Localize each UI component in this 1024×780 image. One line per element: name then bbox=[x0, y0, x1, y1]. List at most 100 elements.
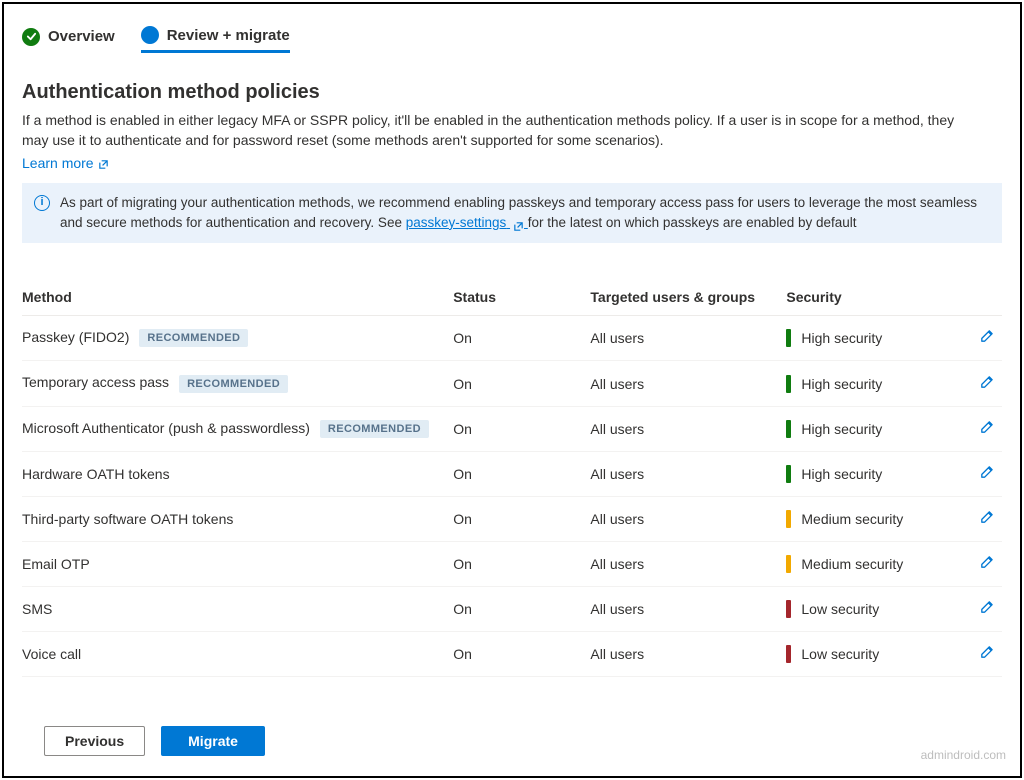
security-indicator-icon bbox=[786, 600, 791, 618]
target-cell: All users bbox=[590, 406, 786, 451]
edit-icon[interactable] bbox=[979, 467, 994, 483]
method-cell: Passkey (FIDO2) RECOMMENDED bbox=[22, 316, 453, 361]
security-label: Low security bbox=[801, 601, 879, 617]
method-name: Hardware OATH tokens bbox=[22, 466, 170, 482]
security-cell: High security bbox=[786, 406, 962, 451]
tab-overview-label: Overview bbox=[48, 28, 115, 45]
target-cell: All users bbox=[590, 316, 786, 361]
target-cell: All users bbox=[590, 631, 786, 676]
external-link-icon bbox=[98, 157, 109, 168]
edit-icon[interactable] bbox=[979, 602, 994, 618]
security-indicator-icon bbox=[786, 375, 791, 393]
passkey-settings-link[interactable]: passkey-settings bbox=[406, 215, 528, 230]
method-name: Microsoft Authenticator (push & password… bbox=[22, 420, 310, 436]
security-indicator-icon bbox=[786, 555, 791, 573]
table-row: Microsoft Authenticator (push & password… bbox=[22, 406, 1002, 451]
col-header-status: Status bbox=[453, 281, 590, 316]
page-title: Authentication method policies bbox=[22, 81, 1002, 104]
method-cell: Hardware OATH tokens bbox=[22, 451, 453, 496]
watermark: admindroid.com bbox=[921, 748, 1006, 762]
method-cell: Voice call bbox=[22, 631, 453, 676]
table-row: Hardware OATH tokens OnAll users High secu… bbox=[22, 451, 1002, 496]
security-label: High security bbox=[801, 466, 882, 482]
security-indicator-icon bbox=[786, 645, 791, 663]
check-circle-icon bbox=[22, 28, 40, 46]
security-cell: Low security bbox=[786, 586, 962, 631]
method-cell: Email OTP bbox=[22, 541, 453, 586]
tab-review-migrate[interactable]: Review + migrate bbox=[141, 26, 290, 53]
security-label: Low security bbox=[801, 646, 879, 662]
col-header-target: Targeted users & groups bbox=[590, 281, 786, 316]
method-name: Third-party software OATH tokens bbox=[22, 511, 233, 527]
edit-icon[interactable] bbox=[979, 377, 994, 393]
info-text: As part of migrating your authentication… bbox=[60, 193, 988, 234]
tab-review-label: Review + migrate bbox=[167, 27, 290, 44]
method-cell: SMS bbox=[22, 586, 453, 631]
status-cell: On bbox=[453, 496, 590, 541]
edit-icon[interactable] bbox=[979, 331, 994, 347]
security-label: High security bbox=[801, 421, 882, 437]
col-header-security: Security bbox=[786, 281, 962, 316]
page-frame: Overview Review + migrate Authentication… bbox=[2, 2, 1022, 778]
info-icon: i bbox=[34, 195, 50, 211]
security-label: Medium security bbox=[801, 511, 903, 527]
target-cell: All users bbox=[590, 451, 786, 496]
page-description: If a method is enabled in either legacy … bbox=[22, 110, 982, 151]
edit-icon[interactable] bbox=[979, 512, 994, 528]
table-row: Voice call OnAll users Low security bbox=[22, 631, 1002, 676]
edit-icon[interactable] bbox=[979, 647, 994, 663]
status-cell: On bbox=[453, 631, 590, 676]
recommended-badge: RECOMMENDED bbox=[179, 375, 288, 393]
table-row: Third-party software OATH tokens OnAll us… bbox=[22, 496, 1002, 541]
table-row: Passkey (FIDO2) RECOMMENDED OnAll users Hig… bbox=[22, 316, 1002, 361]
security-label: High security bbox=[801, 376, 882, 392]
method-name: Voice call bbox=[22, 646, 81, 662]
status-cell: On bbox=[453, 406, 590, 451]
method-cell: Microsoft Authenticator (push & password… bbox=[22, 406, 453, 451]
security-cell: High security bbox=[786, 451, 962, 496]
wizard-tabs: Overview Review + migrate bbox=[22, 26, 1002, 53]
table-row: Temporary access pass RECOMMENDED OnAll us… bbox=[22, 361, 1002, 406]
security-cell: Low security bbox=[786, 631, 962, 676]
security-indicator-icon bbox=[786, 465, 791, 483]
learn-more-link[interactable]: Learn more bbox=[22, 155, 109, 171]
migrate-button[interactable]: Migrate bbox=[161, 726, 265, 756]
security-indicator-icon bbox=[786, 420, 791, 438]
security-cell: Medium security bbox=[786, 541, 962, 586]
security-cell: High security bbox=[786, 316, 962, 361]
status-cell: On bbox=[453, 361, 590, 406]
method-name: Email OTP bbox=[22, 556, 90, 572]
current-step-icon bbox=[141, 26, 159, 44]
status-cell: On bbox=[453, 541, 590, 586]
tab-overview[interactable]: Overview bbox=[22, 28, 115, 52]
methods-table: Method Status Targeted users & groups Se… bbox=[22, 281, 1002, 677]
table-row: SMS OnAll users Low security bbox=[22, 586, 1002, 631]
status-cell: On bbox=[453, 451, 590, 496]
col-header-method: Method bbox=[22, 281, 453, 316]
status-cell: On bbox=[453, 316, 590, 361]
table-row: Email OTPOnAll usersMedium security bbox=[22, 541, 1002, 586]
security-cell: High security bbox=[786, 361, 962, 406]
security-label: Medium security bbox=[801, 556, 903, 572]
recommended-badge: RECOMMENDED bbox=[320, 420, 429, 438]
method-cell: Third-party software OATH tokens bbox=[22, 496, 453, 541]
edit-icon[interactable] bbox=[979, 557, 994, 573]
footer-buttons: Previous Migrate bbox=[44, 726, 265, 756]
method-name: Temporary access pass bbox=[22, 374, 169, 390]
recommended-badge: RECOMMENDED bbox=[139, 329, 248, 347]
learn-more-label: Learn more bbox=[22, 155, 94, 171]
method-name: Passkey (FIDO2) bbox=[22, 329, 129, 345]
security-indicator-icon bbox=[786, 510, 791, 528]
target-cell: All users bbox=[590, 361, 786, 406]
previous-button[interactable]: Previous bbox=[44, 726, 145, 756]
target-cell: All users bbox=[590, 496, 786, 541]
edit-icon[interactable] bbox=[979, 422, 994, 438]
method-name: SMS bbox=[22, 601, 52, 617]
target-cell: All users bbox=[590, 586, 786, 631]
status-cell: On bbox=[453, 586, 590, 631]
info-banner: i As part of migrating your authenticati… bbox=[22, 183, 1002, 244]
security-indicator-icon bbox=[786, 329, 791, 347]
security-cell: Medium security bbox=[786, 496, 962, 541]
method-cell: Temporary access pass RECOMMENDED bbox=[22, 361, 453, 406]
security-label: High security bbox=[801, 330, 882, 346]
